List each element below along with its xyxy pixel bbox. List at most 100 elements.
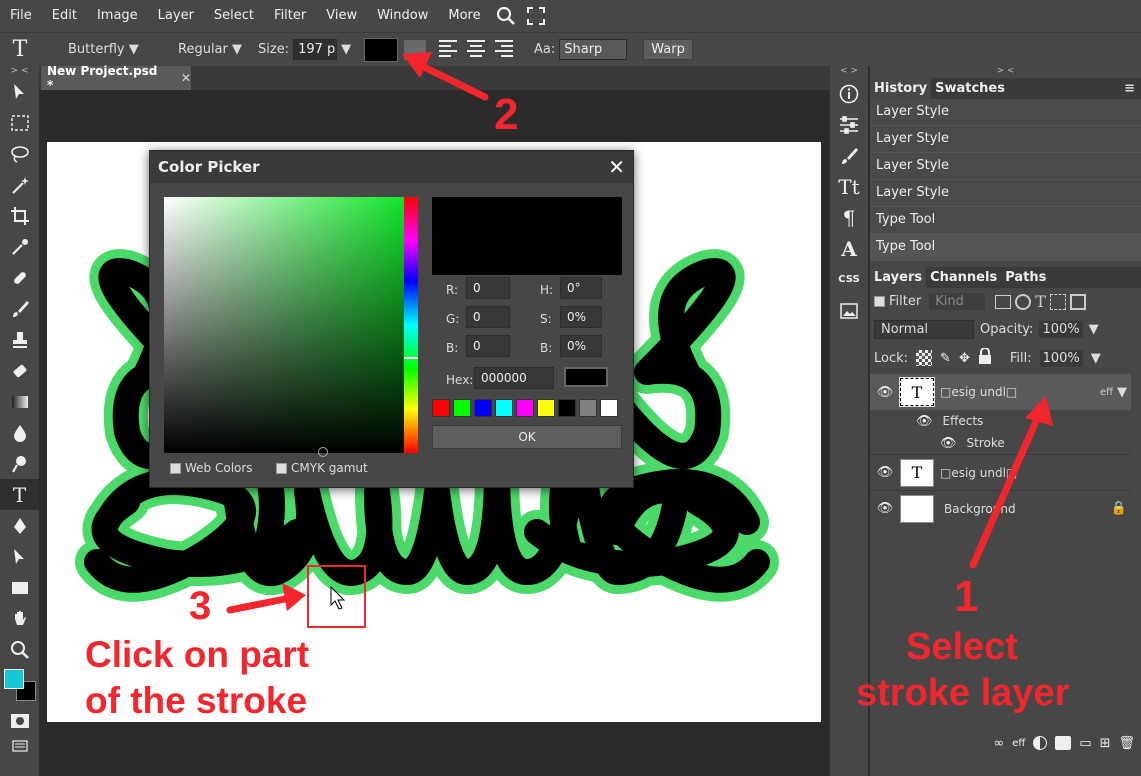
gradient-tool-icon[interactable]: [0, 386, 39, 417]
layer-row-stroke-text[interactable]: 👁 T □esig undl□ eff ▼: [870, 374, 1131, 410]
preset-blue[interactable]: [474, 399, 492, 417]
antialias-select[interactable]: Sharp: [559, 39, 628, 60]
r-input[interactable]: 0: [466, 277, 510, 299]
layer-fx-badge[interactable]: eff: [1100, 387, 1113, 398]
menu-layer[interactable]: Layer: [148, 0, 204, 32]
stamp-tool-icon[interactable]: [0, 324, 39, 355]
eye-icon[interactable]: 👁: [870, 385, 900, 400]
font-size-input[interactable]: 197 px: [293, 39, 338, 60]
menu-more[interactable]: More: [438, 0, 490, 32]
magic-wand-icon[interactable]: [0, 169, 39, 200]
menu-view[interactable]: View: [316, 0, 367, 32]
eraser-tool-icon[interactable]: [0, 355, 39, 386]
align-left-icon[interactable]: [438, 39, 458, 61]
blur-tool-icon[interactable]: [0, 417, 39, 448]
menu-file[interactable]: File: [0, 0, 42, 32]
picker-cursor-icon[interactable]: [318, 447, 328, 457]
filter-shape-icon[interactable]: [1049, 293, 1066, 310]
effects-eye-icon[interactable]: 👁: [916, 414, 933, 429]
hand-tool-icon[interactable]: [0, 603, 39, 634]
type-tool-icon[interactable]: T: [0, 37, 40, 62]
filter-image-icon[interactable]: [995, 294, 1012, 309]
lock-all-icon[interactable]: [978, 347, 992, 368]
web-colors-checkbox[interactable]: Web Colors: [170, 461, 253, 475]
font-size-arrow[interactable]: ▼: [341, 42, 351, 57]
glyph-icon[interactable]: A: [830, 233, 868, 264]
cmyk-box[interactable]: [276, 462, 287, 474]
kind-select[interactable]: Kind: [929, 293, 986, 310]
move-tool-icon[interactable]: [0, 76, 39, 107]
quick-mask-icon[interactable]: [0, 705, 39, 736]
lasso-tool-icon[interactable]: [0, 138, 39, 169]
panel-menu-icon[interactable]: ≡: [1124, 78, 1141, 99]
history-item[interactable]: Layer Style: [870, 126, 1141, 153]
fx-icon[interactable]: eff: [1012, 738, 1025, 749]
tab-new-project[interactable]: New Project.psd * ✕: [41, 64, 191, 92]
eye-icon[interactable]: 👁: [870, 465, 900, 480]
menu-filter[interactable]: Filter: [264, 0, 316, 32]
filter-adjust-icon[interactable]: [1015, 293, 1032, 310]
paragraph-icon[interactable]: ¶: [830, 202, 868, 233]
path-select-icon[interactable]: [0, 541, 39, 572]
history-item[interactable]: Layer Style: [870, 99, 1141, 126]
mask-icon[interactable]: [1055, 736, 1072, 750]
warp-button[interactable]: Warp: [643, 39, 693, 60]
shape-tool-icon[interactable]: [0, 572, 39, 603]
opacity-input[interactable]: 100%: [1039, 321, 1083, 338]
tab-layers[interactable]: Layers: [870, 267, 927, 288]
history-item[interactable]: Layer Style: [870, 153, 1141, 180]
preset-white[interactable]: [600, 399, 618, 417]
font-size-control[interactable]: Size: 197 px ▼: [258, 39, 358, 60]
pen-tool-icon[interactable]: [0, 510, 39, 541]
menu-select[interactable]: Select: [204, 0, 264, 32]
dodge-tool-icon[interactable]: [0, 448, 39, 479]
crop-tool-icon[interactable]: [0, 200, 39, 231]
fullscreen-icon[interactable]: [521, 0, 551, 32]
history-item[interactable]: Type Tool: [870, 207, 1141, 234]
dialog-title-bar[interactable]: Color Picker ✕: [150, 151, 633, 183]
tab-history[interactable]: History: [870, 78, 932, 99]
eye-icon[interactable]: 👁: [870, 501, 900, 516]
font-family-select[interactable]: Butterfly ▼: [68, 42, 178, 57]
tab-channels[interactable]: Channels: [926, 267, 1001, 288]
history-item-current[interactable]: Type Tool: [870, 234, 1141, 261]
cmyk-checkbox[interactable]: CMYK gamut: [276, 461, 368, 475]
stroke-effect-row[interactable]: 👁 Stroke: [870, 432, 1131, 454]
preset-green[interactable]: [453, 399, 471, 417]
align-right-icon[interactable]: [494, 39, 514, 61]
saturation-brightness-field[interactable]: [164, 197, 404, 457]
hue-marker[interactable]: [404, 357, 418, 359]
foreground-color-swatch[interactable]: [4, 669, 24, 689]
hex-input[interactable]: 000000: [474, 367, 554, 389]
preset-black[interactable]: [558, 399, 576, 417]
layer-row-background[interactable]: 👁 Background 🔒: [870, 490, 1131, 526]
character-icon[interactable]: Tt: [830, 171, 868, 202]
g-input[interactable]: 0: [466, 306, 510, 328]
lock-paint-icon[interactable]: ✎: [940, 351, 951, 366]
fill-input[interactable]: 100%: [1039, 349, 1083, 367]
adjustment-layer-icon[interactable]: [1033, 736, 1048, 750]
blend-mode-select[interactable]: Normal: [874, 320, 974, 339]
menu-edit[interactable]: Edit: [42, 0, 87, 32]
history-item[interactable]: Layer Style: [870, 180, 1141, 207]
lock-move-icon[interactable]: ✥: [959, 351, 970, 366]
css-icon[interactable]: CSS: [830, 264, 868, 295]
opacity-arrow-icon[interactable]: ▼: [1089, 322, 1099, 337]
filter-type-icon[interactable]: T: [1035, 292, 1046, 311]
new-layer-icon[interactable]: ⊞: [1100, 736, 1111, 751]
h-input[interactable]: 0°: [560, 277, 602, 299]
delete-layer-icon[interactable]: 🗑: [1118, 736, 1135, 751]
collapse-toggle[interactable]: > <: [0, 66, 39, 76]
menu-window[interactable]: Window: [367, 0, 438, 32]
current-color-swatch[interactable]: [564, 367, 608, 387]
antialias-control[interactable]: Aa: Sharp: [534, 39, 628, 60]
info-icon[interactable]: [830, 78, 868, 109]
effects-row[interactable]: 👁 Effects: [870, 410, 1131, 432]
layer-row-text[interactable]: 👁 T □esig undl□: [870, 454, 1131, 490]
hue-slider[interactable]: [404, 197, 418, 453]
brush-settings-icon[interactable]: [830, 140, 868, 171]
search-icon[interactable]: [491, 0, 521, 32]
filter-smart-icon[interactable]: [1069, 293, 1086, 310]
stroke-eye-icon[interactable]: 👁: [940, 436, 957, 451]
align-center-icon[interactable]: [466, 39, 486, 61]
